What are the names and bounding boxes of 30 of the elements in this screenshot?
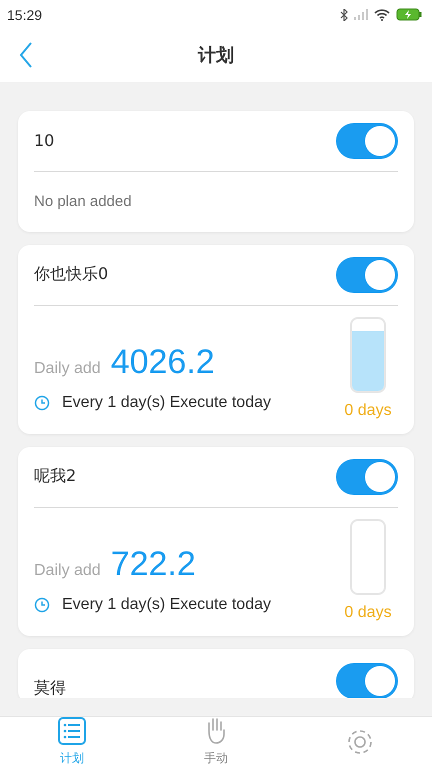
schedule-text: Every 1 day(s) Execute today: [62, 394, 271, 412]
battery-icon: [396, 8, 422, 22]
status-time: 15:29: [7, 6, 42, 23]
amount-value: 722.2: [110, 544, 196, 584]
toggle-switch[interactable]: [336, 662, 398, 698]
list-icon: [58, 717, 86, 745]
toggle-switch[interactable]: [336, 458, 398, 495]
daily-add-label: Daily add: [34, 360, 101, 378]
toggle-switch[interactable]: [336, 122, 398, 159]
bluetooth-icon: [340, 8, 348, 21]
days-count: 0 days: [344, 604, 392, 622]
plan-name: 10: [34, 131, 54, 150]
toggle-switch[interactable]: [336, 256, 398, 293]
tab[interactable]: 手动: [144, 717, 288, 767]
tab[interactable]: 计划: [0, 717, 144, 767]
settings-icon: [346, 728, 374, 756]
plan-name: 莫得: [34, 678, 66, 698]
plan-name: 你也快乐0: [34, 264, 108, 286]
wifi-icon: [374, 8, 390, 21]
amount-value: 4026.2: [110, 342, 215, 382]
clock-icon: [34, 596, 50, 613]
back-icon[interactable]: [19, 42, 33, 68]
page-title: 计划: [198, 44, 234, 68]
schedule-text: Every 1 day(s) Execute today: [62, 596, 271, 614]
empty-message: No plan added: [34, 193, 132, 210]
days-count: 0 days: [344, 402, 392, 420]
daily-add-label: Daily add: [34, 562, 101, 580]
clock-icon: [34, 394, 50, 411]
plan-name: 呢我2: [34, 466, 76, 488]
signal-icon: [354, 9, 368, 20]
